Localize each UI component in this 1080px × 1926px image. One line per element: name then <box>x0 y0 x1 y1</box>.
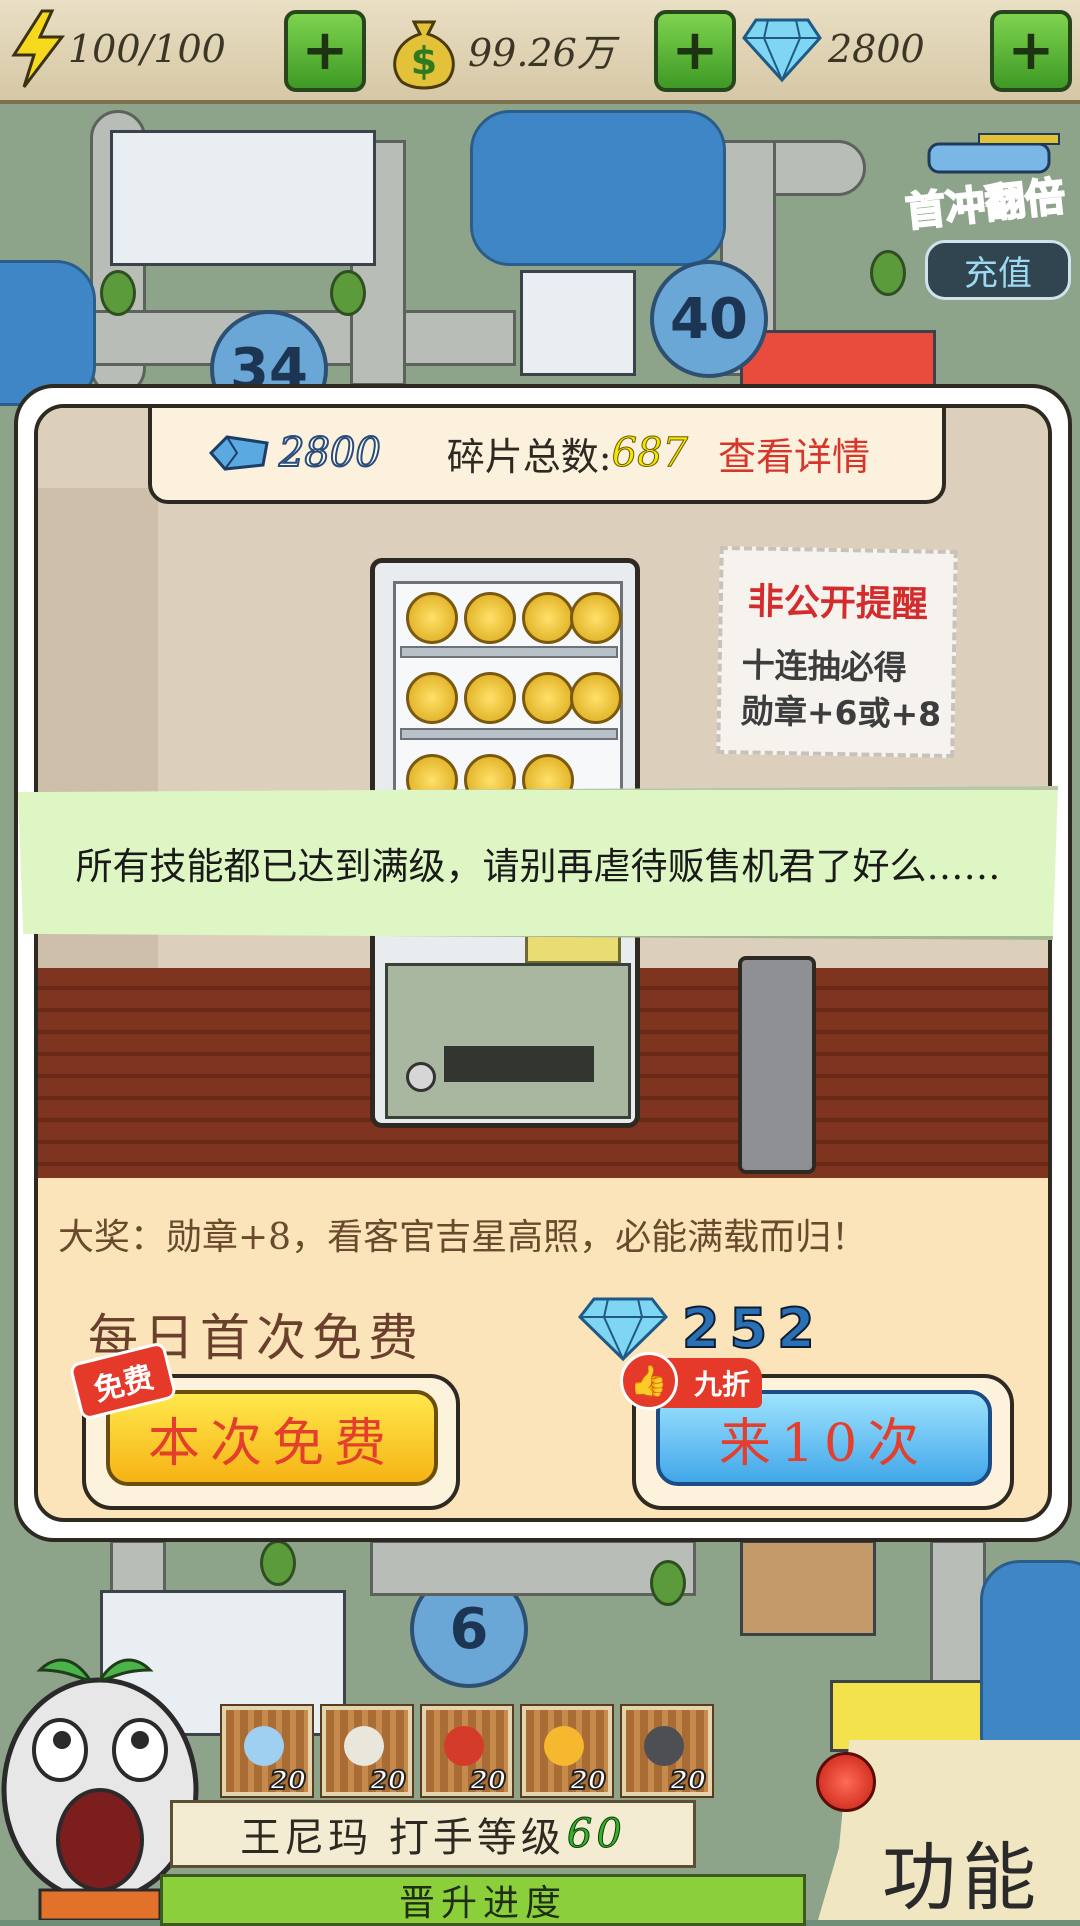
max-level-toast: 所有技能都已达到满级，请别再虐待贩售机君了好么…… <box>18 786 1058 940</box>
skill-level: 20 <box>469 1765 507 1797</box>
diamond-icon <box>742 18 822 83</box>
knob <box>406 1062 436 1092</box>
map-tree <box>260 1540 296 1586</box>
medal-coin <box>406 592 458 644</box>
skill-slot[interactable]: 20 <box>222 1706 312 1797</box>
map-house <box>740 1540 876 1636</box>
medal-coin <box>570 592 622 644</box>
notice-line: 勋章+6或+8 <box>740 691 942 734</box>
medal-coin <box>406 672 458 724</box>
puzzle-label: 40 <box>670 286 748 352</box>
kick-skill-icon <box>444 1726 484 1766</box>
puzzle-label: 6 <box>449 1596 489 1662</box>
shelf <box>400 728 618 740</box>
player-name: 王尼玛 打手等级 <box>240 1815 565 1861</box>
fragments-value: 687 <box>611 430 688 477</box>
discount-label: 九折 <box>693 1368 750 1401</box>
map-lake <box>470 110 726 266</box>
skill-slot[interactable]: 20 <box>422 1706 512 1797</box>
fire-skill-icon <box>544 1726 584 1766</box>
money-bag-icon: $ <box>393 20 455 90</box>
free-draw-label: 本次免费 <box>106 1390 438 1486</box>
add-diamond-button[interactable]: + <box>990 10 1072 92</box>
skill-level: 20 <box>569 1765 607 1797</box>
map-building <box>110 130 376 266</box>
map-tree <box>100 270 136 316</box>
ice-skill-icon <box>244 1726 284 1766</box>
bird-skill-icon <box>344 1726 384 1766</box>
notice-sign: 非公开提醒 十连抽必得 勋章+6或+8 <box>716 545 958 759</box>
medal-coin <box>570 672 622 724</box>
add-energy-button[interactable]: + <box>284 10 366 92</box>
svg-text:$: $ <box>411 39 437 83</box>
lightning-icon <box>11 9 66 88</box>
pipe <box>738 956 816 1174</box>
gem-icon <box>208 435 269 471</box>
skill-level: 20 <box>669 1765 707 1797</box>
money-counter: $ 99.26万 <box>384 10 615 90</box>
plus-icon: + <box>671 18 719 83</box>
add-money-button[interactable]: + <box>654 10 736 92</box>
player-level: 60 <box>566 1811 626 1858</box>
toast-message: 所有技能都已达到满级，请别再虐待贩售机君了好么…… <box>75 845 1001 888</box>
recharge-button[interactable]: 充值 <box>925 240 1071 300</box>
resource-bar: 100/100 + $ 99.26万 + 2800 + <box>0 0 1080 104</box>
skill-level: 20 <box>369 1765 407 1797</box>
skill-level: 20 <box>269 1765 307 1797</box>
skill-slot[interactable]: 20 <box>622 1706 712 1797</box>
notice-title: 非公开提醒 <box>747 581 929 626</box>
progress-label: 晋升进度 <box>398 1883 567 1924</box>
room-wall <box>38 488 158 1048</box>
first-charge-badge[interactable]: 首冲翻倍 充值 <box>902 130 1075 300</box>
money-value: 99.26万 <box>468 30 615 75</box>
map-tree <box>870 250 906 296</box>
promotion-progress-bar: 晋升进度 <box>160 1874 806 1926</box>
puzzle-marker[interactable]: 40 <box>650 260 768 378</box>
energy-value: 100/100 <box>68 27 226 71</box>
map-tree <box>330 270 366 316</box>
map-tree <box>650 1560 686 1606</box>
shelf <box>400 646 618 658</box>
energy-counter: 100/100 <box>8 9 226 88</box>
shuriken-skill-icon <box>644 1726 684 1766</box>
skill-slot[interactable]: 20 <box>522 1706 612 1797</box>
skill-slot[interactable]: 20 <box>322 1706 412 1797</box>
map-building <box>520 270 636 376</box>
view-details-link[interactable]: 查看详情 <box>718 426 870 481</box>
skill-bar: 20 20 20 20 20 <box>222 1706 712 1797</box>
diamond-value: 2800 <box>828 27 925 71</box>
gem-count: 2800 <box>278 429 382 477</box>
plus-icon: + <box>1007 18 1055 83</box>
price-value: 252 <box>681 1296 825 1361</box>
medal-coin <box>522 592 574 644</box>
info-bar: 2800 碎片总数: 687 查看详情 <box>148 408 946 504</box>
notification-dot-icon <box>816 1752 876 1812</box>
medal-coin <box>522 672 574 724</box>
map-road <box>370 1540 696 1596</box>
medal-coin <box>464 592 516 644</box>
dispenser <box>385 963 631 1119</box>
diamond-counter: 2800 <box>742 10 925 88</box>
fragments-label: 碎片总数: <box>446 434 612 479</box>
function-label: 功能 <box>882 1835 1042 1921</box>
thumbs-up-icon: 👍 <box>620 1352 678 1410</box>
vending-machine-dialog: 非公开提醒 十连抽必得 勋章+6或+8 2800 碎片总数: 687 查看详情 … <box>14 384 1072 1542</box>
dispense-slot <box>444 1046 594 1082</box>
medal-coin <box>464 672 516 724</box>
dialog-panel: 非公开提醒 十连抽必得 勋章+6或+8 2800 碎片总数: 687 查看详情 … <box>34 404 1052 1522</box>
ten-draw-price: 252 <box>578 1293 825 1363</box>
discount-badge: 👍 九折 <box>620 1352 762 1410</box>
notice-line: 十连抽必得 <box>741 645 908 688</box>
plus-icon: + <box>301 18 349 83</box>
prize-description: 大奖：勋章+8，看客官吉星高照，必能满载而归！ <box>58 1217 868 1258</box>
player-name-level: 王尼玛 打手等级 60 <box>170 1800 696 1868</box>
